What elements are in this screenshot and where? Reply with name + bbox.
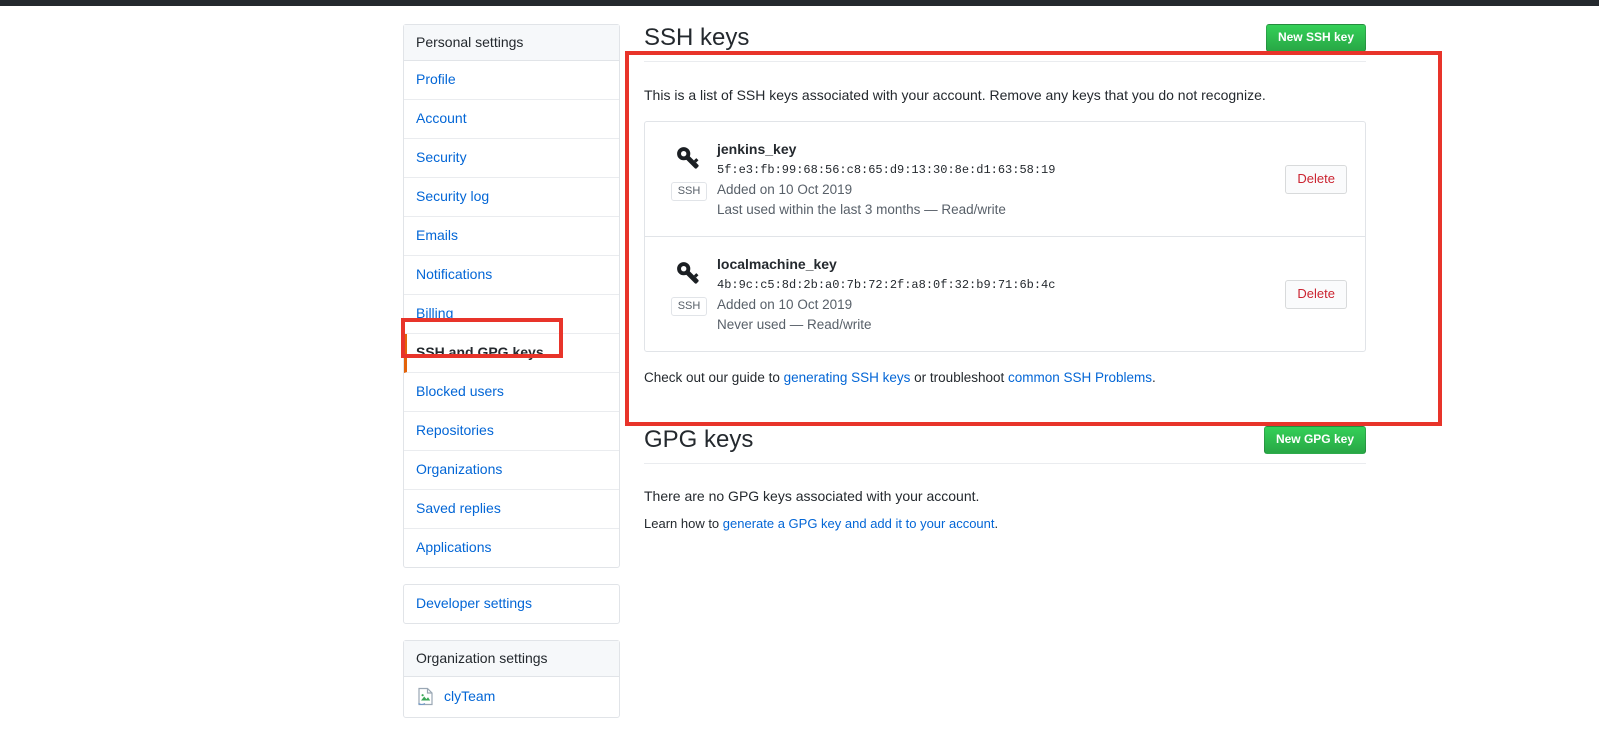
ssh-key-fingerprint: 5f:e3:fb:99:68:56:c8:65:d9:13:30:8e:d1:6… [717,163,1056,177]
ssh-key-name: jenkins_key [717,141,797,157]
key-icon [672,142,706,176]
top-header-bar [0,0,1599,6]
ssh-help-prefix: Check out our guide to [644,370,784,385]
generate-gpg-key-link[interactable]: generate a GPG key and add it to your ac… [723,516,995,531]
sidebar-item-applications[interactable]: Applications [404,529,619,567]
main-content: SSH keys New SSH key This is a list of S… [644,24,1366,534]
delete-ssh-key-button[interactable]: Delete [1285,279,1347,309]
sidebar-item-ssh-and-gpg-keys[interactable]: SSH and GPG keys [404,334,619,373]
sidebar-item-repositories[interactable]: Repositories [404,412,619,451]
sidebar-item-profile[interactable]: Profile [404,61,619,100]
ssh-key-usage: Last used within the last 3 months — Rea… [717,202,1006,217]
new-ssh-key-button[interactable]: New SSH key [1265,24,1366,52]
sidebar-item-blocked-users[interactable]: Blocked users [404,373,619,412]
gpg-keys-section: GPG keys New GPG key There are no GPG ke… [644,426,1366,534]
sidebar-item-developer-settings[interactable]: Developer settings [404,585,619,623]
ssh-keys-header: SSH keys New SSH key [644,24,1366,62]
ssh-keys-title: SSH keys [644,24,750,51]
ssh-key-fingerprint: 4b:9c:c5:8d:2b:a0:7b:72:2f:a8:0f:32:b9:7… [717,278,1056,292]
gpg-learn-prefix: Learn how to [644,516,723,531]
new-gpg-key-button[interactable]: New GPG key [1263,426,1366,454]
ssh-help-middle: or troubleshoot [910,370,1008,385]
organization-settings-heading: Organization settings [404,641,619,677]
ssh-key-added-date: Added on 10 Oct 2019 [717,182,853,197]
sidebar-item-organizations[interactable]: Organizations [404,451,619,490]
personal-settings-heading: Personal settings [404,25,619,61]
gpg-keys-header: GPG keys New GPG key [644,426,1366,464]
settings-sidebar: Personal settings Profile Account Securi… [403,24,620,734]
sidebar-item-security-log[interactable]: Security log [404,178,619,217]
personal-settings-group: Personal settings Profile Account Securi… [403,24,620,568]
ssh-key-row: SSH jenkins_key 5f:e3:fb:99:68:56:c8:65:… [645,122,1365,237]
sidebar-item-security[interactable]: Security [404,139,619,178]
delete-ssh-key-button[interactable]: Delete [1285,164,1347,194]
ssh-help-suffix: . [1152,370,1156,385]
ssh-key-type-badge: SSH [670,182,708,201]
ssh-help-line: Check out our guide to generating SSH ke… [644,368,1366,388]
ssh-key-details: localmachine_key 4b:9c:c5:8d:2b:a0:7b:72… [717,253,1285,335]
sidebar-item-org-clyteam-label: clyTeam [444,688,496,704]
ssh-key-row: SSH localmachine_key 4b:9c:c5:8d:2b:a0:7… [645,237,1365,351]
sidebar-item-saved-replies[interactable]: Saved replies [404,490,619,529]
developer-settings-group: Developer settings [403,584,620,624]
key-icon [672,257,706,291]
organization-settings-group: Organization settings clyTeam [403,640,620,718]
ssh-key-icon-column: SSH [661,253,717,316]
sidebar-item-notifications[interactable]: Notifications [404,256,619,295]
gpg-keys-title: GPG keys [644,426,754,453]
sidebar-item-account[interactable]: Account [404,100,619,139]
gpg-empty-message: There are no GPG keys associated with yo… [644,488,980,504]
ssh-key-icon-column: SSH [661,138,717,201]
ssh-keys-description: This is a list of SSH keys associated wi… [644,87,1266,103]
gpg-learn-suffix: . [994,516,999,531]
sidebar-item-emails[interactable]: Emails [404,217,619,256]
ssh-key-added-date: Added on 10 Oct 2019 [717,297,853,312]
common-ssh-problems-link[interactable]: common SSH Problems [1008,370,1152,385]
ssh-key-usage: Never used — Read/write [717,317,872,332]
ssh-keys-section: SSH keys New SSH key This is a list of S… [644,24,1366,388]
sidebar-item-org-clyteam[interactable]: clyTeam [404,677,619,717]
gpg-learn-line: Learn how to generate a GPG key and add … [644,514,1366,534]
generating-ssh-keys-link[interactable]: generating SSH keys [784,370,911,385]
ssh-keys-list: SSH jenkins_key 5f:e3:fb:99:68:56:c8:65:… [644,121,1366,352]
ssh-key-type-badge: SSH [670,297,708,316]
broken-image-icon [416,687,435,706]
ssh-key-details: jenkins_key 5f:e3:fb:99:68:56:c8:65:d9:1… [717,138,1285,220]
sidebar-item-billing[interactable]: Billing [404,295,619,334]
ssh-key-name: localmachine_key [717,256,837,272]
